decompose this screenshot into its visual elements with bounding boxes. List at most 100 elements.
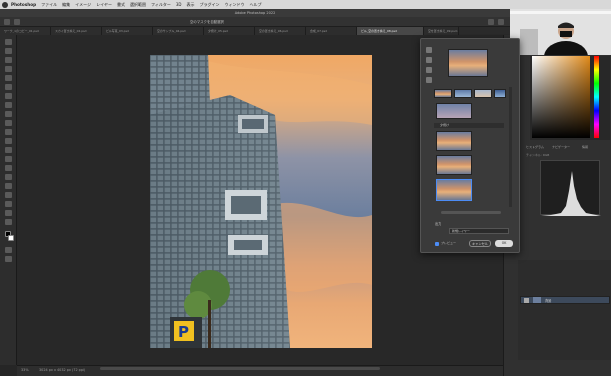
sky-replacement-dialog: 夕焼け 出力 新規レイヤー プレビュー キャンセル OK bbox=[420, 38, 520, 253]
document-size: 3024 px x 4032 px (72 ppi) bbox=[39, 368, 86, 372]
options-bar: 空のマスクを自動選択 bbox=[0, 17, 510, 27]
menubar: Photoshop ファイル 編集 イメージ レイヤー 書式 選択範囲 フィルタ… bbox=[0, 0, 611, 9]
tool-preset-icon[interactable] bbox=[14, 19, 20, 25]
hue-slider[interactable] bbox=[594, 56, 599, 138]
selected-sky-preview[interactable] bbox=[448, 49, 488, 77]
doc-tab[interactable]: ワーク_1のコピー_01.psd bbox=[0, 27, 51, 35]
search-icon[interactable] bbox=[488, 19, 494, 25]
hand-tool-icon[interactable] bbox=[5, 210, 12, 216]
doc-tab[interactable]: 空のサンプル_04.psd bbox=[153, 27, 204, 35]
menu-item-filter[interactable]: フィルター bbox=[151, 2, 171, 8]
doc-tab[interactable]: 夕焼け_05.psd bbox=[204, 27, 255, 35]
type-tool-icon[interactable] bbox=[5, 183, 12, 189]
document-image[interactable]: P bbox=[150, 55, 372, 348]
healing-brush-icon[interactable] bbox=[5, 102, 12, 108]
home-icon[interactable] bbox=[4, 19, 10, 25]
horizontal-scrollbar[interactable] bbox=[100, 367, 380, 370]
layer-row[interactable]: 背景 bbox=[520, 296, 610, 304]
frame-tool-icon[interactable] bbox=[5, 84, 12, 90]
brush-tool-icon[interactable] bbox=[5, 111, 12, 117]
sky-preset-thumb[interactable] bbox=[436, 103, 472, 119]
sky-preset-thumb[interactable] bbox=[434, 89, 452, 98]
tools-panel bbox=[0, 35, 17, 365]
tab-histogram[interactable]: ヒストグラム bbox=[526, 145, 544, 149]
clone-stamp-icon[interactable] bbox=[5, 120, 12, 126]
eyedropper-tool-icon[interactable] bbox=[5, 93, 12, 99]
sky-preset-thumb-selected[interactable] bbox=[436, 179, 472, 201]
tab-info[interactable]: 情報 bbox=[582, 145, 588, 149]
gradient-tool-icon[interactable] bbox=[5, 147, 12, 153]
menu-item-layer[interactable]: レイヤー bbox=[96, 2, 112, 8]
histogram-graph bbox=[540, 160, 601, 216]
color-field[interactable] bbox=[532, 56, 590, 138]
presenter-video bbox=[510, 9, 611, 55]
menu-item-plugins[interactable]: プラグイン bbox=[200, 2, 220, 8]
zoom-tool-icon[interactable] bbox=[426, 77, 432, 83]
doc-tab[interactable]: スカイ置き換え_02.psd bbox=[51, 27, 102, 35]
eraser-tool-icon[interactable] bbox=[5, 138, 12, 144]
histogram-chart bbox=[541, 171, 601, 216]
hand-tool-icon[interactable] bbox=[426, 67, 432, 73]
building-sky-photo: P bbox=[150, 55, 372, 348]
ok-button[interactable]: OK bbox=[495, 240, 513, 247]
dialog-scrollbar[interactable] bbox=[509, 87, 512, 207]
svg-text:P: P bbox=[178, 323, 189, 341]
options-title: 空のマスクを自動選択 bbox=[190, 20, 224, 24]
shape-tool-icon[interactable] bbox=[5, 201, 12, 207]
document-tabs: ワーク_1のコピー_01.psd スカイ置き換え_02.psd ビル写真_03.… bbox=[0, 27, 510, 35]
eye-icon[interactable] bbox=[524, 298, 529, 303]
sky-preset-thumb[interactable] bbox=[436, 155, 472, 175]
marquee-tool-icon[interactable] bbox=[5, 48, 12, 54]
dodge-tool-icon[interactable] bbox=[5, 165, 12, 171]
lasso-tool-icon[interactable] bbox=[5, 57, 12, 63]
sky-preset-thumb[interactable] bbox=[454, 89, 472, 98]
webcam-overlay bbox=[510, 9, 611, 55]
cancel-button[interactable]: キャンセル bbox=[469, 240, 491, 247]
sky-preset-thumb[interactable] bbox=[474, 89, 492, 98]
app-name-menu[interactable]: Photoshop bbox=[11, 2, 36, 7]
background-color-swatch[interactable] bbox=[8, 235, 14, 241]
doc-tab[interactable]: 空の置き換え_06.psd bbox=[255, 27, 306, 35]
output-select[interactable]: 新規レイヤー bbox=[449, 228, 509, 234]
menu-item-window[interactable]: ウィンドウ bbox=[225, 2, 245, 8]
sky-folder-header[interactable]: 夕焼け bbox=[434, 123, 504, 128]
sky-brush-tool-icon[interactable] bbox=[426, 57, 432, 63]
doc-tab[interactable]: 空を置き換え_09.psd @ 33.3% bbox=[424, 27, 459, 35]
preview-checkbox[interactable] bbox=[435, 242, 439, 246]
menu-item-edit[interactable]: 編集 bbox=[62, 2, 70, 8]
menu-item-file[interactable]: ファイル bbox=[41, 2, 57, 8]
object-select-tool-icon[interactable] bbox=[5, 66, 12, 72]
menu-item-view[interactable]: 表示 bbox=[187, 2, 195, 8]
zoom-tool-icon[interactable] bbox=[5, 219, 12, 225]
sky-preset-thumb[interactable] bbox=[436, 131, 472, 151]
pen-tool-icon[interactable] bbox=[5, 174, 12, 180]
window-title: Adobe Photoshop 2022 bbox=[0, 9, 510, 17]
move-tool-icon[interactable] bbox=[5, 39, 12, 45]
menu-item-3d[interactable]: 3D bbox=[176, 2, 182, 7]
apple-icon[interactable] bbox=[2, 1, 8, 8]
layers-panel bbox=[518, 260, 611, 360]
path-select-icon[interactable] bbox=[5, 192, 12, 198]
crop-tool-icon[interactable] bbox=[5, 75, 12, 81]
menu-item-type[interactable]: 書式 bbox=[117, 2, 125, 8]
output-label: 出力 bbox=[435, 222, 442, 226]
tab-navigator[interactable]: ナビゲーター bbox=[552, 145, 570, 149]
menu-item-select[interactable]: 選択範囲 bbox=[130, 2, 146, 8]
screen-mode-icon[interactable] bbox=[5, 256, 12, 262]
layer-name[interactable]: 背景 bbox=[545, 298, 551, 303]
sky-preset-thumb[interactable] bbox=[494, 89, 506, 98]
blur-tool-icon[interactable] bbox=[5, 156, 12, 162]
slider[interactable] bbox=[441, 211, 501, 214]
menu-item-help[interactable]: ヘルプ bbox=[250, 2, 262, 8]
doc-tab[interactable]: ビル写真_03.psd bbox=[102, 27, 153, 35]
layer-thumbnail bbox=[533, 297, 541, 303]
history-brush-icon[interactable] bbox=[5, 129, 12, 135]
doc-tab-active[interactable]: ビル_空の置き換え_08.psd bbox=[357, 27, 424, 35]
doc-tab[interactable]: 合成_07.psd bbox=[306, 27, 357, 35]
histogram-channel[interactable]: チャンネル: RGB bbox=[526, 153, 549, 157]
zoom-level[interactable]: 33% bbox=[21, 368, 29, 372]
sky-move-tool-icon[interactable] bbox=[426, 47, 432, 53]
menu-item-image[interactable]: イメージ bbox=[75, 2, 91, 8]
share-icon[interactable] bbox=[498, 19, 504, 25]
quick-mask-icon[interactable] bbox=[5, 247, 12, 253]
